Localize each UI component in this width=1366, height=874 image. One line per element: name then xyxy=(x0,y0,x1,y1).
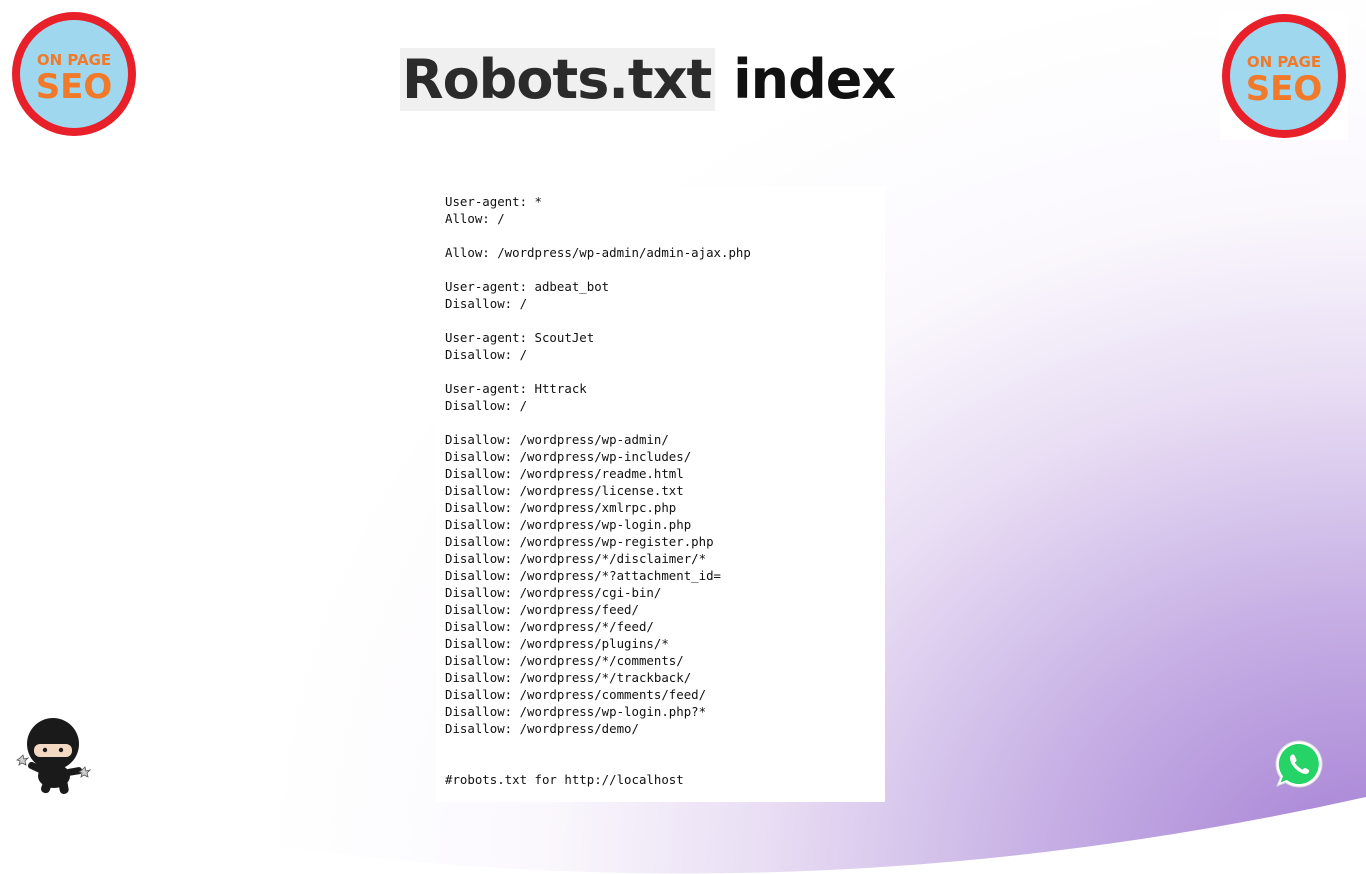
page-title-rest: index xyxy=(733,48,896,111)
robots-txt-line: Disallow: /wordpress/license.txt xyxy=(445,483,684,498)
ninja-mascot-icon xyxy=(16,718,92,794)
robots-txt-line: Disallow: /wordpress/demo/ xyxy=(445,721,639,736)
robots-txt-line: Disallow: / xyxy=(445,398,528,413)
whatsapp-icon xyxy=(1275,740,1323,788)
robots-txt-panel: User-agent: * Allow: / Allow: /wordpress… xyxy=(436,186,885,802)
robots-txt-line: Disallow: /wordpress/*/disclaimer/* xyxy=(445,551,707,566)
robots-txt-line: Disallow: /wordpress/*/comments/ xyxy=(445,653,684,668)
robots-txt-line: Disallow: /wordpress/*?attachment_id= xyxy=(445,568,722,583)
robots-txt-line: Disallow: /wordpress/readme.html xyxy=(445,466,684,481)
robots-txt-line: User-agent: Httrack xyxy=(445,381,587,396)
on-page-seo-logo-right[interactable]: ON PAGE SEO xyxy=(1220,12,1348,140)
ninja-mascot[interactable] xyxy=(14,714,92,798)
robots-txt-line: Disallow: /wordpress/*/trackback/ xyxy=(445,670,692,685)
robots-txt-line: Disallow: / xyxy=(445,347,528,362)
robots-txt-line: Disallow: /wordpress/feed/ xyxy=(445,602,639,617)
robots-txt-line: Disallow: /wordpress/wp-login.php xyxy=(445,517,692,532)
seo-logo-icon: ON PAGE SEO xyxy=(1222,14,1346,138)
robots-txt-line: Disallow: /wordpress/cgi-bin/ xyxy=(445,585,662,600)
robots-txt-line: Disallow: /wordpress/xmlrpc.php xyxy=(445,500,677,515)
whatsapp-button[interactable] xyxy=(1274,739,1324,789)
logo-bottom-text: SEO xyxy=(36,67,113,107)
robots-txt-line: Disallow: / xyxy=(445,296,528,311)
robots-txt-line: User-agent: adbeat_bot xyxy=(445,279,610,294)
on-page-seo-logo-left[interactable]: ON PAGE SEO xyxy=(10,10,138,138)
page-title: Robots.txt index xyxy=(400,48,896,111)
logo-bottom-text: SEO xyxy=(1246,69,1323,109)
robots-txt-line: Disallow: /wordpress/plugins/* xyxy=(445,636,669,651)
robots-txt-line: Allow: / xyxy=(445,211,505,226)
robots-txt-line: Allow: /wordpress/wp-admin/admin-ajax.ph… xyxy=(445,245,751,260)
robots-txt-line: Disallow: /wordpress/wp-login.php?* xyxy=(445,704,707,719)
robots-txt-line: Disallow: /wordpress/*/feed/ xyxy=(445,619,654,634)
robots-txt-line: User-agent: ScoutJet xyxy=(445,330,595,345)
seo-logo-icon: ON PAGE SEO xyxy=(12,12,136,136)
robots-txt-line: Disallow: /wordpress/wp-includes/ xyxy=(445,449,692,464)
page-title-highlight: Robots.txt xyxy=(400,48,716,111)
robots-txt-line: #robots.txt for http://localhost xyxy=(445,772,684,787)
robots-txt-line: Disallow: /wordpress/comments/feed/ xyxy=(445,687,707,702)
robots-txt-line: User-agent: * xyxy=(445,194,542,209)
robots-txt-line: Disallow: /wordpress/wp-admin/ xyxy=(445,432,669,447)
robots-txt-content: User-agent: * Allow: / Allow: /wordpress… xyxy=(445,193,876,788)
robots-txt-line: Disallow: /wordpress/wp-register.php xyxy=(445,534,714,549)
